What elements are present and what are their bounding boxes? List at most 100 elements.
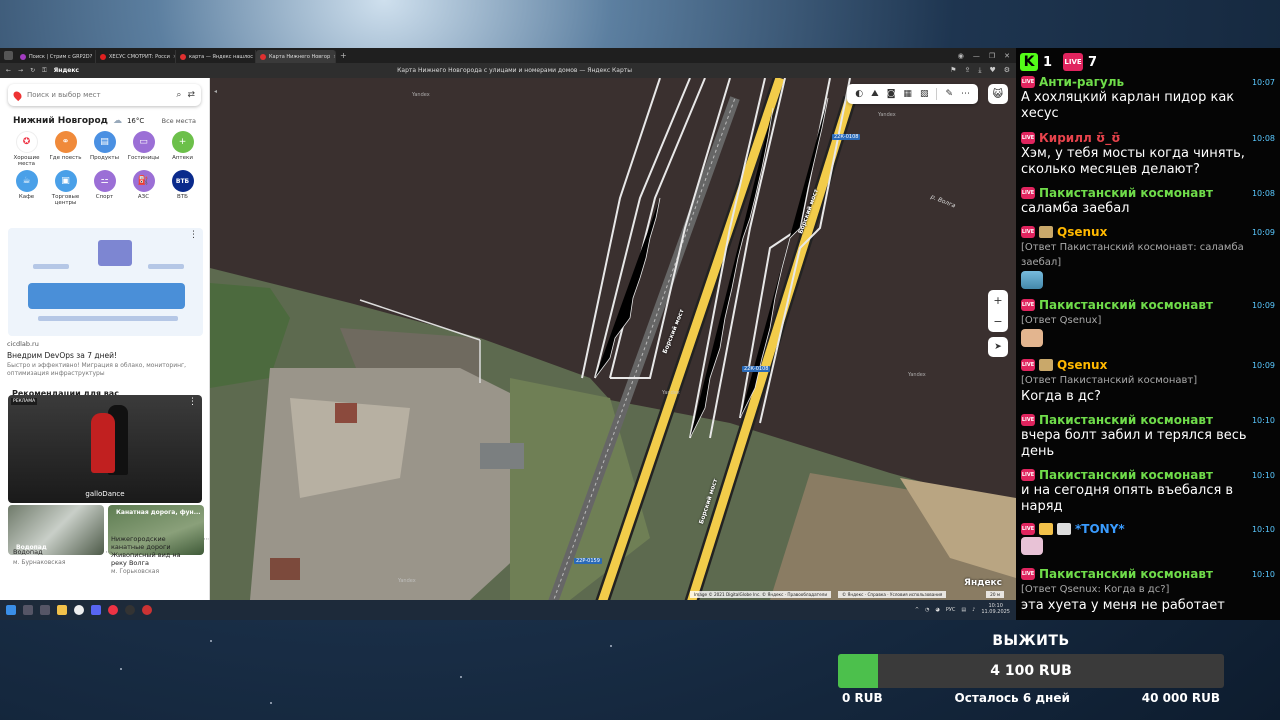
transport-icon[interactable]: ▦ [903, 89, 912, 99]
zoom-out-button[interactable]: − [993, 315, 1002, 328]
tab-4-active[interactable]: Карта Нижнего Новгор× [256, 50, 336, 63]
more-icon[interactable]: ⋯ [961, 89, 970, 99]
tab-favicon-icon [100, 53, 106, 60]
chat-username[interactable]: Qsenux [1057, 225, 1107, 239]
minimize-icon[interactable]: — [973, 52, 980, 60]
category-label: Аптеки [172, 155, 193, 161]
tray-app-icon[interactable]: ◔ [925, 607, 929, 613]
back-icon[interactable]: ← [6, 67, 11, 74]
promo-video[interactable]: РЕКЛАМА ⋮ galloDance [8, 395, 202, 503]
my-location-button[interactable]: ➤ [988, 337, 1008, 357]
satellite-map[interactable]: ◂ Yandex Yandex Yandex Yandex Yandex р. … [210, 78, 1016, 600]
close-window-icon[interactable]: ✕ [1004, 52, 1010, 60]
map-attribution[interactable]: Image © 2021 DigitalGlobe Inc. © Яндекс … [690, 591, 832, 598]
chat-username[interactable]: Qsenux [1057, 358, 1107, 372]
network-icon[interactable]: ▤ [961, 607, 966, 613]
all-places-link[interactable]: Все места [162, 117, 196, 125]
category-food[interactable]: ⚭ Где поесть [46, 131, 85, 167]
search-icon[interactable]: ⌕ [176, 90, 181, 100]
category-vtb[interactable]: ВТБ ВТБ [163, 170, 202, 206]
category-groceries[interactable]: ▤ Продукты [85, 131, 124, 167]
goal-max: 40 000 RUB [1141, 691, 1220, 705]
user-avatar[interactable]: 😺 [988, 84, 1008, 104]
chrome-icon[interactable] [108, 605, 118, 615]
chat-username[interactable]: *TONY* [1075, 522, 1125, 536]
place-card-text[interactable]: Водопад м. Бурнаковская ⋯ [13, 548, 112, 567]
chat-message: LIVE Пакистанский космонавт 10:09 [Ответ Q… [1021, 298, 1275, 351]
chat-username[interactable]: Кирилл ʊ̄_ʊ̄ [1039, 131, 1121, 145]
ad-text[interactable]: cicdlab.ru Внедрим DevOps за 7 дней! Быс… [7, 340, 205, 378]
forward-icon[interactable]: → [18, 67, 23, 74]
chat-username[interactable]: Анти-рагуль [1039, 75, 1124, 89]
place-card-text[interactable]: Нижегородские канатные дороги Живописный… [111, 535, 209, 575]
tray-arrow-icon[interactable]: ^ [915, 607, 919, 613]
app-icon[interactable] [142, 605, 152, 615]
windows-start-icon[interactable] [6, 605, 16, 615]
share-icon[interactable]: ⇪ [964, 66, 970, 75]
shield-icon[interactable]: ♥ [989, 66, 995, 75]
category-pharmacy[interactable]: + Аптеки [163, 131, 202, 167]
profile-icon[interactable]: ◉ [958, 52, 964, 60]
collapse-sidebar-icon[interactable]: ◂ [214, 88, 217, 95]
category-hotels[interactable]: ▭ Гостиницы [124, 131, 163, 167]
ad-badge: РЕКЛАМА [11, 398, 38, 405]
maximize-icon[interactable]: ❐ [989, 52, 995, 60]
reload-icon[interactable]: ↻ [30, 67, 35, 74]
zoom-in-button[interactable]: + [993, 294, 1002, 307]
bookmark-icon[interactable]: ⚑ [950, 66, 956, 75]
chat-text: Хэм, у тебя мосты когда чинять, сколько … [1021, 146, 1245, 177]
tab-3[interactable]: карта — Яндекс нашлос× [176, 50, 256, 63]
discord-icon[interactable] [91, 605, 101, 615]
tab-favicon-icon [180, 53, 186, 60]
ad-banner[interactable]: ⋮ [8, 228, 203, 336]
chat-reply: [Ответ Пакистанский космонавт: саламба з… [1021, 242, 1244, 268]
donation-goal: ВЫЖИТЬ 4 100 RUB 0 RUB Осталось 6 дней 4… [838, 633, 1224, 713]
download-icon[interactable]: ⤓ [978, 66, 981, 75]
site-brand[interactable]: Яндекс [54, 67, 79, 74]
layers-icon[interactable]: ◐ [855, 89, 863, 99]
category-sport[interactable]: ⚍ Спорт [85, 170, 124, 206]
camera-icon[interactable]: ◙ [887, 89, 896, 99]
clock[interactable]: 10:10 11.09.2025 [981, 603, 1010, 616]
chat-username[interactable]: Пакистанский космонавт [1039, 413, 1213, 427]
route-icon[interactable]: ⇄ [187, 90, 195, 100]
more-options-icon[interactable]: ⋮ [188, 397, 197, 407]
obs-icon[interactable] [125, 605, 135, 615]
panorama-icon[interactable]: ⛰ [871, 89, 879, 99]
tab-label: ХЕСУС СМОТРИТ: Росси [109, 53, 170, 60]
map-terms[interactable]: © Яндекс · Справка · Условия использован… [838, 591, 947, 598]
card-subtitle: м. Горьковская [111, 567, 160, 575]
chat-username[interactable]: Пакистанский космонавт [1039, 567, 1213, 581]
search-icon[interactable] [23, 605, 33, 615]
ruler-icon[interactable]: ✎ [945, 89, 953, 99]
chat-username[interactable]: Пакистанский космонавт [1039, 468, 1213, 482]
yandex-browser-icon[interactable] [74, 605, 84, 615]
chat-message: LIVE Пакистанский космонавт 10:10 [Ответ Q… [1021, 567, 1275, 614]
city-name[interactable]: Нижний Новгород [13, 116, 108, 126]
gift-badge-icon [1057, 523, 1071, 535]
tab-close-icon[interactable]: × [333, 54, 335, 60]
card-title: Водопад [13, 548, 43, 556]
tab-2[interactable]: ХЕСУС СМОТРИТ: Росси× [96, 50, 176, 63]
more-options-icon[interactable]: ⋮ [189, 230, 198, 240]
search-input[interactable]: Поиск и выбор мест ⌕ ⇄ [8, 84, 201, 106]
tab-1[interactable]: Поиск | Стрим с GRP2D?× [16, 50, 96, 63]
search-placeholder: Поиск и выбор мест [27, 91, 101, 99]
category-good-places[interactable]: ✪ Хорошие места [7, 131, 46, 167]
chat-username[interactable]: Пакистанский космонавт [1039, 298, 1213, 312]
language-indicator[interactable]: РУС [946, 607, 956, 613]
tray-app-icon[interactable]: ◕ [935, 607, 939, 613]
task-view-icon[interactable] [40, 605, 50, 615]
explorer-icon[interactable] [57, 605, 67, 615]
chat-username[interactable]: Пакистанский космонавт [1039, 186, 1213, 200]
traffic-icon[interactable]: ▧ [920, 89, 929, 99]
category-malls[interactable]: ▣ Торговые центры [46, 170, 85, 206]
card-title: Нижегородские канатные дороги [111, 535, 171, 552]
category-fuel[interactable]: ⛽ АЗС [124, 170, 163, 206]
category-cafe[interactable]: ☕ Кафе [7, 170, 46, 206]
browser-menu-button[interactable] [0, 48, 16, 63]
new-tab-button[interactable]: + [340, 51, 347, 60]
volume-icon[interactable]: ♪ [972, 607, 975, 613]
extensions-icon[interactable]: ⚙ [1004, 66, 1010, 75]
page-title[interactable]: Карта Нижнего Новгорода с улицами и номе… [86, 67, 943, 74]
